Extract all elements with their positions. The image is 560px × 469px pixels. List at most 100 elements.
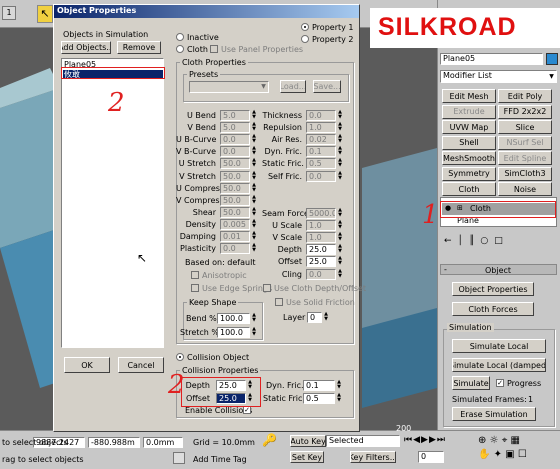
u-compress-spinner[interactable]: ▲ ▼	[251, 182, 257, 194]
u-stretch-spinner[interactable]: ▲ ▼	[251, 158, 257, 169]
collision-static-fric-spinner[interactable]: ▲ ▼	[336, 393, 342, 404]
auto-key-button[interactable]: Auto Key	[290, 435, 326, 447]
enable-collisions-checkbox[interactable]: ✓	[243, 406, 251, 414]
cancel-button[interactable]: Cancel	[118, 357, 164, 373]
v-b-curve-spinner[interactable]: ▲ ▼	[251, 146, 257, 157]
v-bend-field[interactable]: 5.0	[220, 122, 250, 134]
air-res-spinner[interactable]: ▲ ▼	[337, 134, 343, 145]
cloth-button[interactable]: Cloth	[442, 182, 496, 196]
load-button[interactable]: Load...	[280, 80, 306, 93]
v-compress-spinner[interactable]: ▲ ▼	[251, 194, 257, 206]
self-fric-spinner[interactable]: ▲ ▼	[337, 170, 343, 182]
save-button[interactable]: Save...	[313, 80, 341, 93]
u-b-curve-spinner[interactable]: ▲ ▼	[251, 134, 257, 145]
plasticity-spinner[interactable]: ▲ ▼	[251, 243, 257, 254]
use-edge-springs-checkbox[interactable]	[191, 284, 199, 292]
bend-pct-field[interactable]: 100.0	[217, 313, 250, 324]
nav-icons[interactable]: ⊕ ☼ ⌖ ▦ ✋ ✦ ▣ ☐	[478, 434, 558, 464]
collision-dyn-fric-spinner[interactable]: ▲ ▼	[336, 380, 342, 391]
layer-spinner[interactable]: ▲ ▼	[323, 312, 329, 323]
stretch-pct-field[interactable]: 100.0	[217, 327, 250, 338]
thickness-field[interactable]: 0.0	[306, 110, 336, 121]
stretch-pct-spinner[interactable]: ▲ ▼	[251, 327, 257, 338]
collision-static-fric-field[interactable]: 0.5	[303, 393, 335, 404]
u-stretch-field[interactable]: 50.0	[220, 158, 250, 170]
density-spinner[interactable]: ▲ ▼	[251, 218, 257, 230]
u-scale-spinner[interactable]: ▲ ▼	[337, 220, 343, 231]
seam-force-field[interactable]: 5000.0	[306, 208, 336, 219]
collision-dyn-fric-field[interactable]: 0.1	[303, 380, 335, 391]
nsurf-sel-button[interactable]: NSurf Sel	[498, 135, 552, 150]
use-cloth-depth-checkbox[interactable]	[263, 284, 271, 292]
u-bend-field[interactable]: 5.0	[220, 110, 250, 121]
v-compress-field[interactable]: 50.0	[220, 194, 250, 206]
object-color-swatch[interactable]	[546, 53, 558, 65]
playback-controls[interactable]: ⏮◀▶▶⏭	[404, 434, 472, 446]
chevron-down-icon[interactable]: ▼	[259, 82, 268, 92]
anisotropic-checkbox[interactable]	[191, 271, 199, 279]
property2-radio[interactable]	[301, 35, 309, 43]
erase-simulation-button[interactable]: Erase Simulation	[452, 407, 536, 421]
presets-dropdown[interactable]	[189, 81, 269, 93]
coord-y-field[interactable]: -880.988m	[88, 437, 140, 448]
static-fric-spinner[interactable]: ▲ ▼	[337, 158, 343, 169]
extrude-button[interactable]: Extrude	[442, 104, 496, 119]
property1-radio[interactable]	[301, 23, 309, 31]
v-stretch-spinner[interactable]: ▲ ▼	[251, 170, 257, 182]
edit-spline-button[interactable]: Edit Spline	[498, 151, 552, 165]
thickness-spinner[interactable]: ▲ ▼	[337, 110, 343, 121]
uvw-map-button[interactable]: UVW Map	[442, 120, 496, 134]
bend-pct-spinner[interactable]: ▲ ▼	[251, 313, 257, 324]
add-time-tag-label[interactable]: Add Time Tag	[193, 455, 247, 464]
set-key-button[interactable]: Set Key	[290, 451, 324, 463]
self-fric-field[interactable]: 0.0	[306, 170, 336, 182]
plasticity-field[interactable]: 0.0	[220, 243, 250, 255]
depth-spinner[interactable]: ▲ ▼	[337, 244, 343, 255]
simulate-local-damped-button[interactable]: Simulate Local (damped)	[452, 358, 546, 372]
u-b-curve-field[interactable]: 0.0	[220, 134, 250, 146]
key-filters-button[interactable]: Key Filters...	[350, 451, 396, 463]
key-icon[interactable]: 🔑	[262, 434, 286, 448]
frame-field[interactable]: 0	[418, 451, 444, 463]
use-solid-friction-checkbox[interactable]	[275, 298, 283, 306]
cling-field[interactable]: 0.0	[306, 268, 336, 280]
u-scale-field[interactable]: 1.0	[306, 220, 336, 232]
v-stretch-field[interactable]: 50.0	[220, 170, 250, 182]
depth-field[interactable]: 25.0	[306, 244, 336, 256]
symmetry-button[interactable]: Symmetry	[442, 166, 496, 181]
progress-checkbox[interactable]: ✓	[496, 379, 504, 387]
shear-field[interactable]: 50.0	[220, 206, 250, 218]
offset-spinner[interactable]: ▲ ▼	[337, 256, 343, 267]
v-b-curve-field[interactable]: 0.0	[220, 146, 250, 158]
repulsion-spinner[interactable]: ▲ ▼	[337, 122, 343, 133]
add-objects-button[interactable]: Add Objects...	[61, 41, 111, 54]
seam-force-spinner[interactable]: ▲ ▼	[337, 208, 343, 219]
u-compress-field[interactable]: 50.0	[220, 182, 250, 194]
ok-button[interactable]: OK	[64, 357, 110, 373]
simcloth3-button[interactable]: SimCloth3	[498, 166, 552, 181]
offset-field[interactable]: 25.0	[306, 256, 336, 268]
stack-tools-icons[interactable]: ←│║○□	[444, 234, 556, 248]
coord-z-field[interactable]: 0.0mm	[143, 437, 183, 448]
damping-spinner[interactable]: ▲ ▼	[251, 231, 257, 242]
dialog-titlebar[interactable]: Object Properties	[54, 5, 359, 18]
shell-button[interactable]: Shell	[442, 135, 496, 150]
use-panel-properties-checkbox[interactable]	[210, 45, 218, 53]
shear-spinner[interactable]: ▲ ▼	[251, 206, 257, 218]
edit-poly-button[interactable]: Edit Poly	[498, 89, 552, 103]
static-fric-field[interactable]: 0.5	[306, 158, 336, 170]
ffd-2x2x2-button[interactable]: FFD 2x2x2	[498, 104, 552, 119]
u-bend-spinner[interactable]: ▲ ▼	[251, 110, 257, 121]
simulate-local-button[interactable]: Simulate Local	[452, 339, 546, 353]
v-scale-field[interactable]: 1.0	[306, 232, 336, 244]
v-bend-spinner[interactable]: ▲ ▼	[251, 122, 257, 133]
viewport-tile-icon[interactable]: 1	[2, 6, 16, 20]
dyn-fric-field[interactable]: 0.1	[306, 146, 336, 158]
modifier-list-chevron-icon[interactable]: ▼	[547, 71, 556, 82]
modifier-list-dropdown[interactable]: Modifier List	[440, 70, 557, 83]
meshsmooth-button[interactable]: MeshSmooth	[442, 151, 496, 165]
layer-field[interactable]: 0	[307, 312, 322, 323]
collision-object-radio[interactable]	[176, 353, 184, 361]
object-properties-button[interactable]: Object Properties	[452, 282, 534, 296]
air-res-field[interactable]: 0.02	[306, 134, 336, 146]
